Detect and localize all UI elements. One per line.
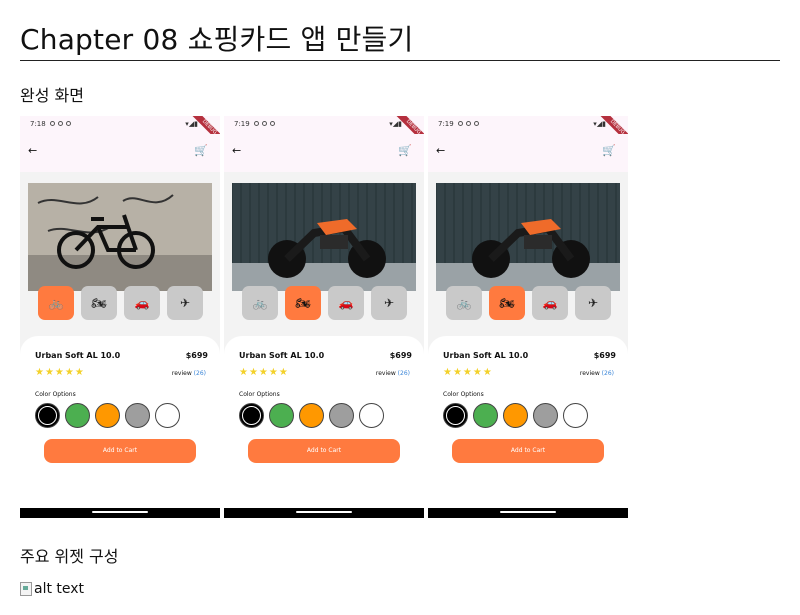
color-options-label: Color Options <box>239 391 280 398</box>
product-name: Urban Soft AL 10.0 <box>35 351 121 360</box>
product-name: Urban Soft AL 10.0 <box>443 351 529 360</box>
color-swatches <box>239 403 384 428</box>
color-swatch[interactable] <box>563 403 588 428</box>
status-time: 7:18 <box>30 120 46 128</box>
motorcycle-category-button[interactable]: 🏍 <box>81 286 117 320</box>
review-count: review (26) <box>375 370 410 377</box>
status-bar: 7:19 ▾◢▮ DEBUG <box>428 116 628 148</box>
signal-battery-icon: ▾◢▮ <box>185 120 198 128</box>
status-time: 7:19 <box>438 120 454 128</box>
bicycle-category-button[interactable]: 🚲 <box>38 286 74 320</box>
product-sheet: Urban Soft AL 10.0 $699 ★★★★★ review (26… <box>20 336 220 508</box>
section-heading-widgets: 주요 위젯 구성 <box>20 547 119 566</box>
product-photo <box>232 183 416 291</box>
product-price: $699 <box>389 351 412 360</box>
review-count: review (26) <box>171 370 206 377</box>
status-bar: 7:19 ▾◢▮ DEBUG <box>224 116 424 148</box>
color-swatch[interactable] <box>155 403 180 428</box>
category-selector: 🚲 🏍 🚗 ✈ <box>242 286 407 320</box>
add-to-cart-button[interactable]: Add to Cart <box>248 439 400 463</box>
status-icons <box>50 121 71 126</box>
back-arrow-icon[interactable]: ← <box>436 144 445 157</box>
color-swatch[interactable] <box>125 403 150 428</box>
color-swatch[interactable] <box>503 403 528 428</box>
product-price: $699 <box>185 351 208 360</box>
rating-stars: ★★★★★ <box>239 367 289 378</box>
title-divider <box>20 60 780 61</box>
back-arrow-icon[interactable]: ← <box>232 144 241 157</box>
bicycle-category-button[interactable]: 🚲 <box>242 286 278 320</box>
color-swatch[interactable] <box>239 403 264 428</box>
product-photo <box>436 183 620 291</box>
motorcycle-category-button[interactable]: 🏍 <box>285 286 321 320</box>
bicycle-category-button[interactable]: 🚲 <box>446 286 482 320</box>
signal-battery-icon: ▾◢▮ <box>593 120 606 128</box>
app-bar: ← 🛒 <box>224 134 424 291</box>
color-swatch[interactable] <box>533 403 558 428</box>
color-options-label: Color Options <box>35 391 76 398</box>
car-category-button[interactable]: 🚗 <box>532 286 568 320</box>
phone-screenshot: 7:18 ▾◢▮ DEBUG ← 🛒 🚲 🏍 🚗 ✈ Urban Soft AL 10… <box>20 116 220 518</box>
cart-icon[interactable]: 🛒 <box>194 144 208 157</box>
app-screenshots: 7:18 ▾◢▮ DEBUG ← 🛒 🚲 🏍 🚗 ✈ Urban Soft AL 10… <box>20 116 630 518</box>
product-sheet: Urban Soft AL 10.0 $699 ★★★★★ review (26… <box>428 336 628 508</box>
color-swatch[interactable] <box>35 403 60 428</box>
color-swatches <box>35 403 180 428</box>
car-category-button[interactable]: 🚗 <box>328 286 364 320</box>
category-selector: 🚲 🏍 🚗 ✈ <box>38 286 203 320</box>
color-swatch[interactable] <box>95 403 120 428</box>
airplane-category-button[interactable]: ✈ <box>371 286 407 320</box>
color-swatch[interactable] <box>299 403 324 428</box>
system-nav-bar <box>428 508 628 518</box>
status-bar: 7:18 ▾◢▮ DEBUG <box>20 116 220 148</box>
system-nav-bar <box>224 508 424 518</box>
broken-image: alt text <box>20 581 84 597</box>
color-swatch[interactable] <box>329 403 354 428</box>
document-page: Chapter 08 쇼핑카드 앱 만들기 완성 화면 7:18 ▾◢▮ DEB… <box>0 0 800 615</box>
color-swatches <box>443 403 588 428</box>
cart-icon[interactable]: 🛒 <box>398 144 412 157</box>
home-indicator <box>296 511 352 513</box>
product-photo <box>28 183 212 291</box>
status-icons <box>458 121 479 126</box>
cart-icon[interactable]: 🛒 <box>602 144 616 157</box>
color-options-label: Color Options <box>443 391 484 398</box>
app-bar: ← 🛒 <box>428 134 628 291</box>
car-category-button[interactable]: 🚗 <box>124 286 160 320</box>
color-swatch[interactable] <box>443 403 468 428</box>
system-nav-bar <box>20 508 220 518</box>
rating-stars: ★★★★★ <box>35 367 85 378</box>
home-indicator <box>92 511 148 513</box>
airplane-category-button[interactable]: ✈ <box>167 286 203 320</box>
back-arrow-icon[interactable]: ← <box>28 144 37 157</box>
add-to-cart-button[interactable]: Add to Cart <box>44 439 196 463</box>
section-heading-result: 완성 화면 <box>20 86 84 105</box>
motorcycle-category-button[interactable]: 🏍 <box>489 286 525 320</box>
airplane-category-button[interactable]: ✈ <box>575 286 611 320</box>
app-bar: ← 🛒 <box>20 134 220 291</box>
color-swatch[interactable] <box>269 403 294 428</box>
signal-battery-icon: ▾◢▮ <box>389 120 402 128</box>
color-swatch[interactable] <box>473 403 498 428</box>
broken-image-alt: alt text <box>34 581 85 597</box>
home-indicator <box>500 511 556 513</box>
product-price: $699 <box>593 351 616 360</box>
broken-image-icon <box>20 582 32 596</box>
product-name: Urban Soft AL 10.0 <box>239 351 325 360</box>
color-swatch[interactable] <box>359 403 384 428</box>
review-count: review (26) <box>579 370 614 377</box>
page-title: Chapter 08 쇼핑카드 앱 만들기 <box>20 23 414 56</box>
category-selector: 🚲 🏍 🚗 ✈ <box>446 286 611 320</box>
phone-screenshot: 7:19 ▾◢▮ DEBUG ← 🛒 🚲 🏍 🚗 ✈ Urban Soft AL 10… <box>224 116 424 518</box>
color-swatch[interactable] <box>65 403 90 428</box>
status-time: 7:19 <box>234 120 250 128</box>
rating-stars: ★★★★★ <box>443 367 493 378</box>
phone-screenshot: 7:19 ▾◢▮ DEBUG ← 🛒 🚲 🏍 🚗 ✈ Urban Soft AL 10… <box>428 116 628 518</box>
add-to-cart-button[interactable]: Add to Cart <box>452 439 604 463</box>
product-sheet: Urban Soft AL 10.0 $699 ★★★★★ review (26… <box>224 336 424 508</box>
status-icons <box>254 121 275 126</box>
